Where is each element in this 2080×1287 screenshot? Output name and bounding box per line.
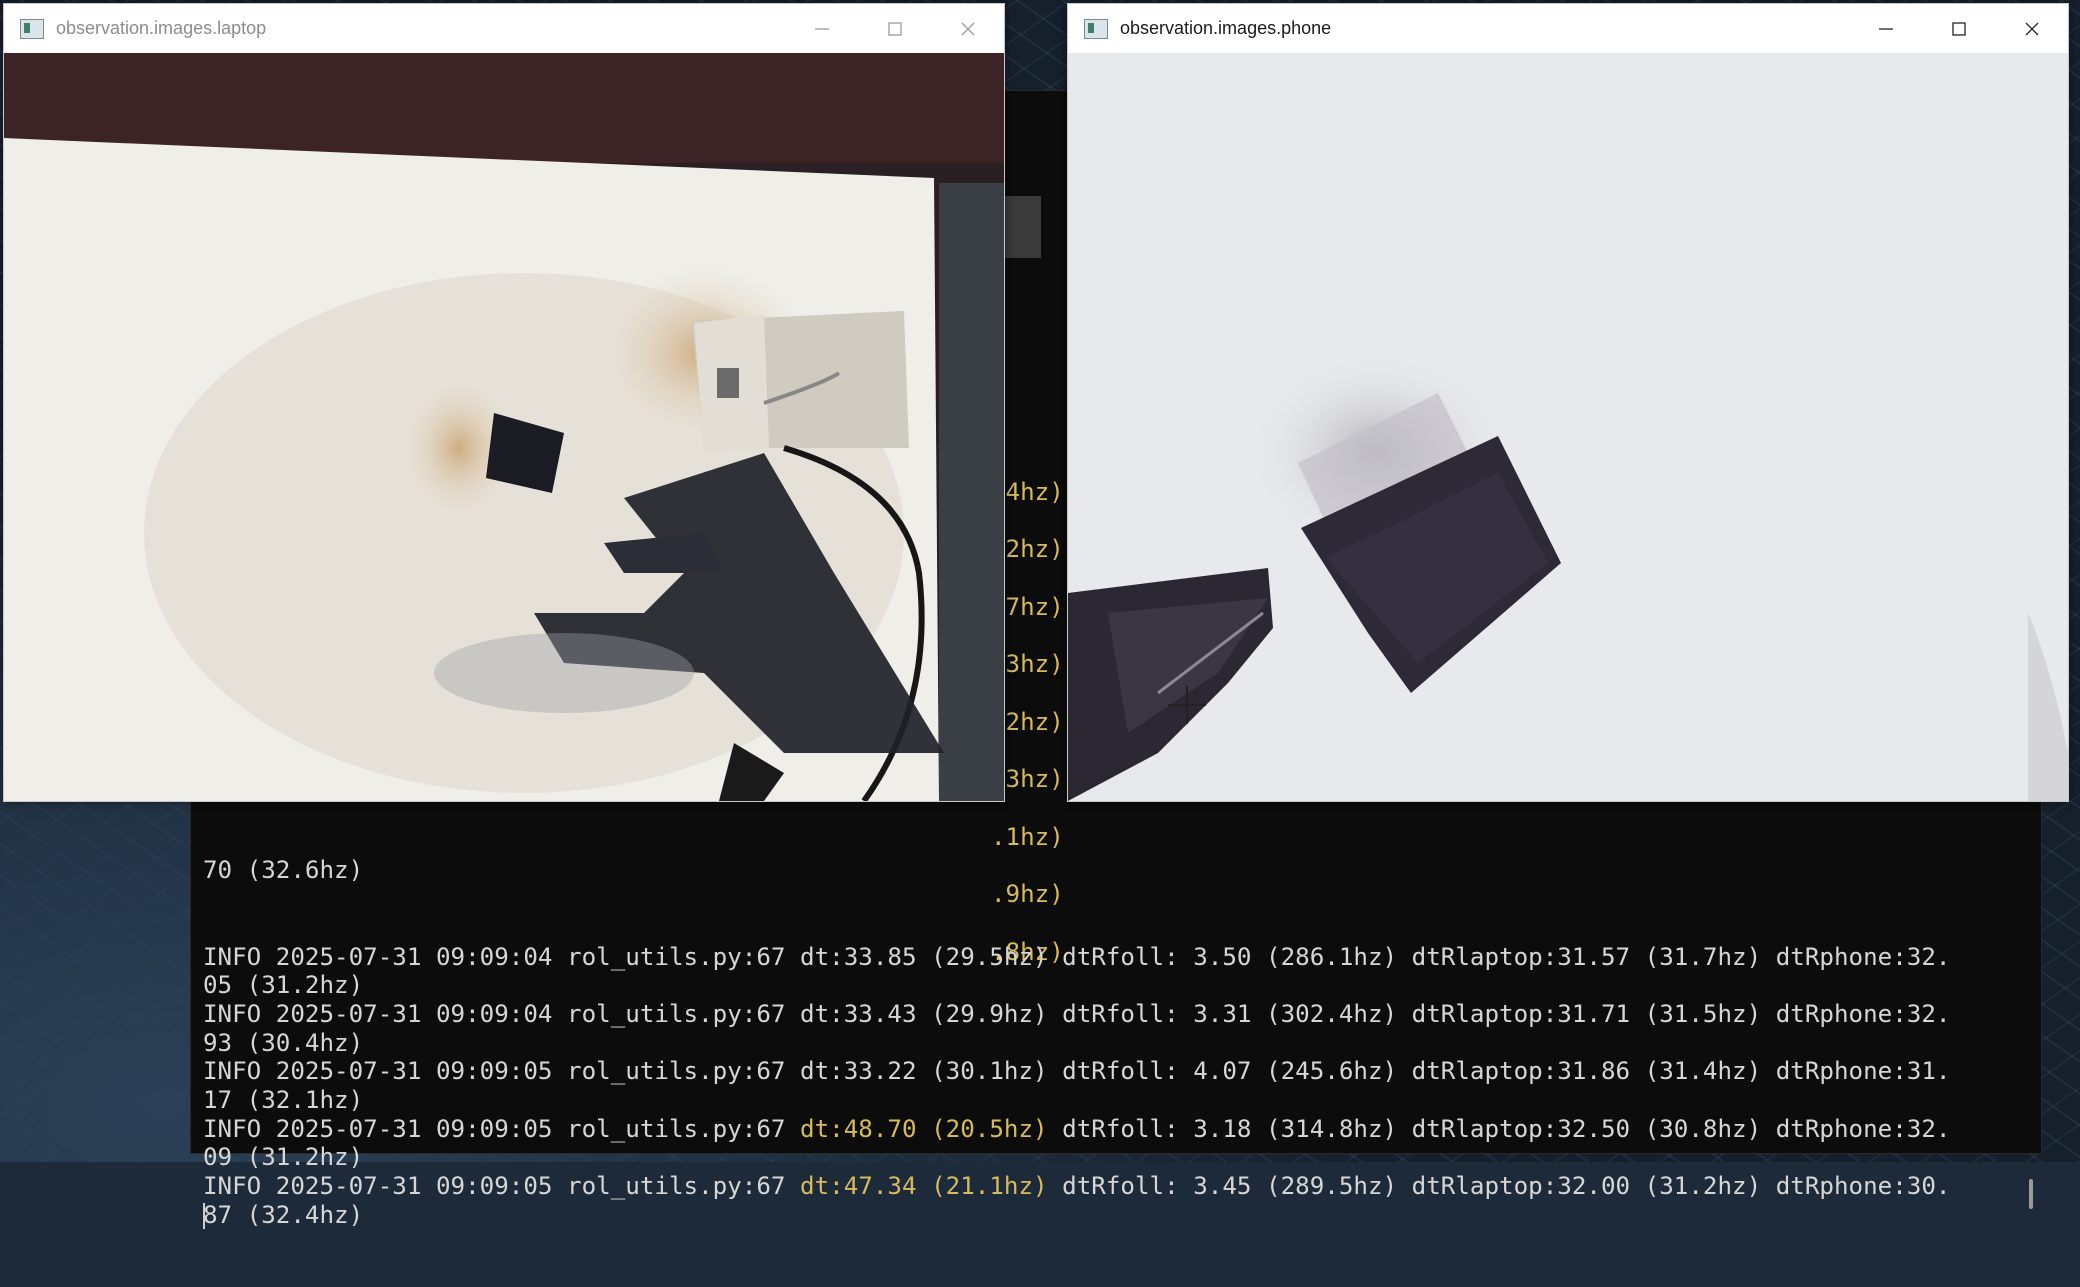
window-title: observation.images.phone [1120,18,1332,38]
maximize-button[interactable] [858,4,931,53]
terminal-cursor [203,1203,205,1229]
phone-image-window[interactable]: observation.images.phone [1067,3,2069,802]
terminal-log: 70 (32.6hz) INFO 2025-07-31 09:09:04 rol… [203,799,2021,1287]
terminal-log-wrap: 17 (32.1hz) [203,1086,364,1115]
titlebar[interactable]: observation.images.laptop [4,4,1004,53]
minimize-icon [1878,27,1893,30]
terminal-log-line: INFO 2025-07-31 09:09:04 rol_utils.py:67… [203,1000,2021,1029]
laptop-image-window[interactable]: observation.images.laptop [3,3,1005,802]
window-title: observation.images.laptop [56,18,267,38]
titlebar[interactable]: observation.images.phone [1068,4,2068,53]
maximize-button[interactable] [1922,4,1995,53]
log-prefix: INFO 2025-07-31 09:09:05 rol_utils.py:67 [203,1057,801,1086]
log-dt: dt:33.43 (29.9hz) [800,999,1048,1028]
log-rest: dtRfoll: 4.07 (245.6hz) dtRlaptop:31.86 … [1047,1057,1951,1086]
log-rest: dtRfoll: 3.45 (289.5hz) dtRlaptop:32.00 … [1047,1172,1951,1201]
terminal-log-wrap: 05 (31.2hz) [203,971,364,1000]
log-prefix: INFO 2025-07-31 09:09:04 rol_utils.py:67 [203,999,801,1028]
log-dt: dt:33.22 (30.1hz) [800,1057,1048,1086]
minimize-icon [814,27,829,30]
log-dt: dt:48.70 (20.5hz) [800,1114,1048,1143]
minimize-button[interactable] [785,4,858,53]
terminal-log-wrap: 09 (31.2hz) [203,1143,364,1172]
phone-camera-frame [1068,53,2068,801]
terminal-log-wrap: 87 (32.4hz) [203,1200,364,1229]
terminal-log-wrap: 93 (30.4hz) [203,1028,364,1057]
maximize-icon [887,21,902,36]
close-button[interactable] [1995,4,2068,53]
image-viewer-icon [1084,18,1108,39]
laptop-camera-frame [4,53,1004,801]
log-prefix: INFO 2025-07-31 09:09:05 rol_utils.py:67 [203,1114,801,1143]
terminal-log-line: INFO 2025-07-31 09:09:05 rol_utils.py:67… [203,1115,2021,1144]
terminal-log-line: INFO 2025-07-31 09:09:05 rol_utils.py:67… [203,1057,2021,1086]
log-prefix: INFO 2025-07-31 09:09:05 rol_utils.py:67 [203,1172,801,1201]
terminal-scrollbar[interactable] [2029,1179,2033,1209]
log-prefix: INFO 2025-07-31 09:09:04 rol_utils.py:67 [203,942,801,971]
minimize-button[interactable] [1849,4,1922,53]
close-icon [2025,22,2038,35]
terminal-line-fragment: 70 (32.6hz) [203,856,364,885]
log-rest: dtRfoll: 3.50 (286.1hz) dtRlaptop:31.57 … [1047,942,1951,971]
log-dt: dt:47.34 (21.1hz) [800,1172,1048,1201]
log-dt: dt:33.85 (29.5hz) [800,942,1048,971]
terminal-log-line: INFO 2025-07-31 09:09:04 rol_utils.py:67… [203,943,2021,972]
close-button[interactable] [931,4,1004,53]
close-icon [961,22,974,35]
maximize-icon [1951,21,1966,36]
image-viewer-icon [20,18,44,39]
log-rest: dtRfoll: 3.18 (314.8hz) dtRlaptop:32.50 … [1047,1114,1951,1143]
terminal-log-line: INFO 2025-07-31 09:09:05 rol_utils.py:67… [203,1172,2021,1201]
log-rest: dtRfoll: 3.31 (302.4hz) dtRlaptop:31.71 … [1047,999,1951,1028]
